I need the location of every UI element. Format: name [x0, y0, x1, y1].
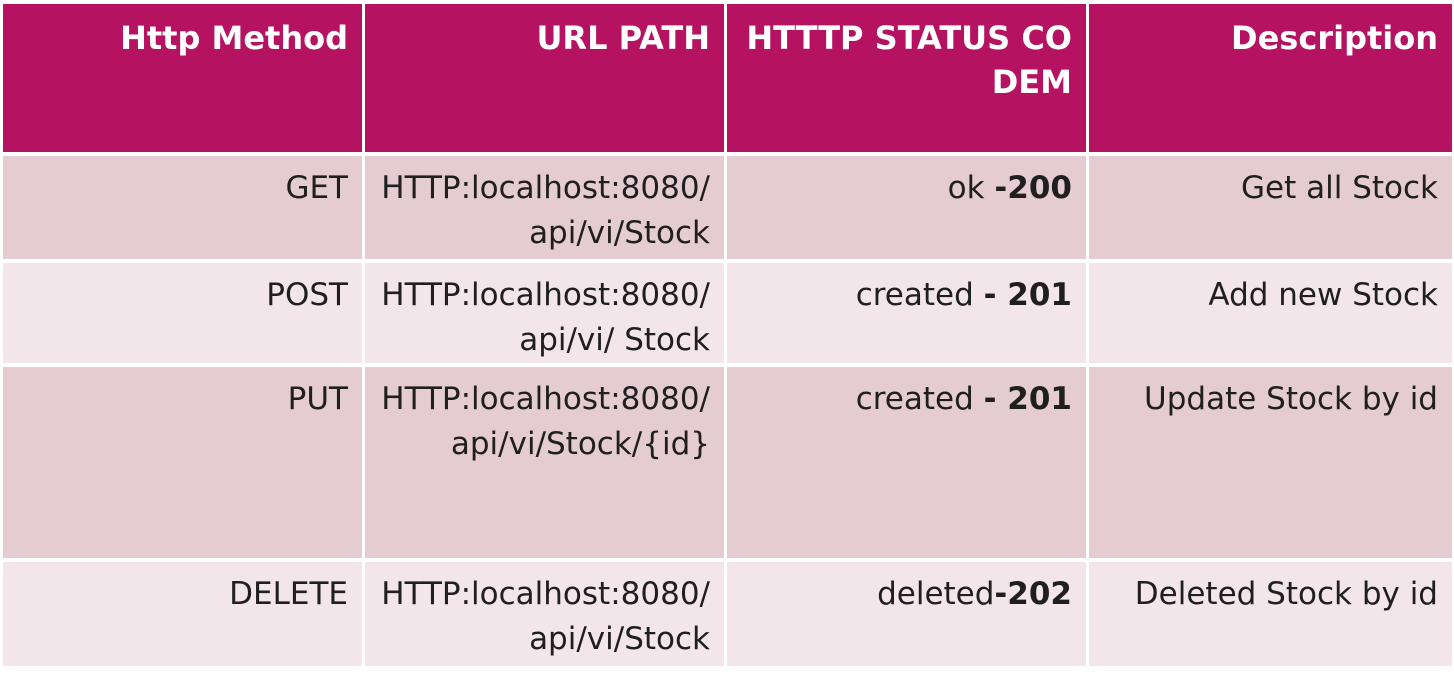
status-code: -200: [994, 170, 1072, 206]
table-row: POST HTTP:localhost:8080/api/vi/ Stock c…: [0, 259, 1454, 365]
header-url-path: URL PATH: [362, 0, 727, 154]
url-cell: HTTP:localhost:8080/api/vi/Stock/{id}: [362, 363, 727, 560]
status-cell: created - 201: [724, 259, 1089, 365]
description-cell: Deleted Stock by id: [1086, 558, 1454, 666]
header-row: Http Method URL PATH HTTTP STATUS CODEM …: [0, 0, 1454, 154]
status-cell: deleted-202: [724, 558, 1089, 666]
method-cell: GET: [0, 152, 365, 261]
description-cell: Update Stock by id: [1086, 363, 1454, 560]
header-status-code: HTTTP STATUS CODEM: [724, 0, 1089, 154]
status-cell: created - 201: [724, 363, 1089, 560]
status-code: - 201: [983, 381, 1072, 417]
header-http-method: Http Method: [0, 0, 365, 154]
status-text: created: [855, 277, 984, 313]
method-cell: PUT: [0, 363, 365, 560]
status-text: ok: [947, 170, 995, 206]
api-endpoints-table: Http Method URL PATH HTTTP STATUS CODEM …: [0, 0, 1454, 666]
method-cell: POST: [0, 259, 365, 365]
header-description: Description: [1086, 0, 1454, 154]
status-text: created: [855, 381, 984, 417]
method-cell: DELETE: [0, 558, 365, 666]
table-row: DELETE HTTP:localhost:8080/api/vi/Stock …: [0, 558, 1454, 666]
url-cell: HTTP:localhost:8080/api/vi/ Stock: [362, 259, 727, 365]
description-cell: Add new Stock: [1086, 259, 1454, 365]
status-code: - 201: [983, 277, 1072, 313]
status-text: deleted: [877, 576, 995, 612]
description-cell: Get all Stock: [1086, 152, 1454, 261]
url-cell: HTTP:localhost:8080/api/vi/Stock: [362, 152, 727, 261]
table-row: PUT HTTP:localhost:8080/api/vi/Stock/{id…: [0, 363, 1454, 560]
url-cell: HTTP:localhost:8080/api/vi/Stock: [362, 558, 727, 666]
status-code: -202: [994, 576, 1072, 612]
table-row: GET HTTP:localhost:8080/api/vi/Stock ok …: [0, 152, 1454, 261]
status-cell: ok -200: [724, 152, 1089, 261]
